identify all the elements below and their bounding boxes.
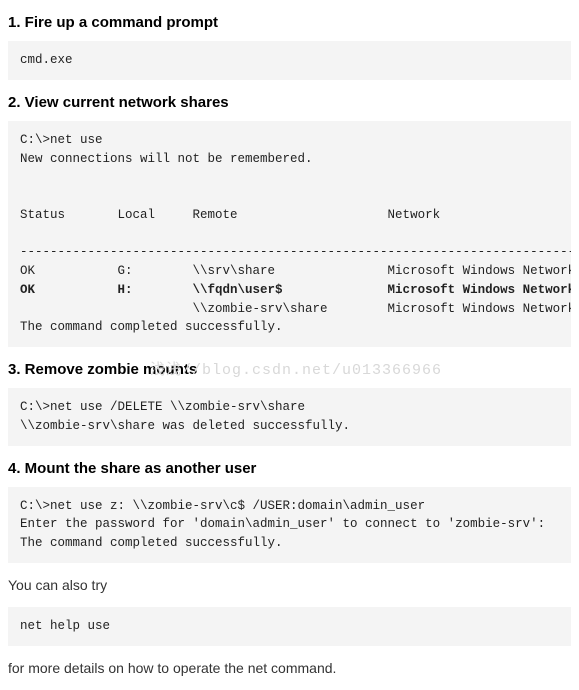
code-block-4: C:\>net use z: \\zombie-srv\c$ /USER:dom… xyxy=(8,487,571,563)
footer-line-1: You can also try xyxy=(8,577,571,593)
step-heading-1: 1. Fire up a command prompt xyxy=(8,14,571,31)
code-block-3: C:\>net use /DELETE \\zombie-srv\share \… xyxy=(8,388,571,446)
code-block-2: C:\>net use New connections will not be … xyxy=(8,121,571,347)
bold-share-row: OK H: \\fqdn\user$ Microsoft Windows Net… xyxy=(20,283,571,297)
step-heading-2: 2. View current network shares xyxy=(8,94,571,111)
code-block-1: cmd.exe xyxy=(8,41,571,80)
step-heading-3: 3. Remove zombie mounts xyxy=(8,361,571,378)
footer-code-block: net help use xyxy=(8,607,571,646)
article-content: 1. Fire up a command prompt cmd.exe 2. Vie… xyxy=(8,14,571,676)
step-heading-4: 4. Mount the share as another user xyxy=(8,460,571,477)
footer-line-2: for more details on how to operate the n… xyxy=(8,660,571,676)
